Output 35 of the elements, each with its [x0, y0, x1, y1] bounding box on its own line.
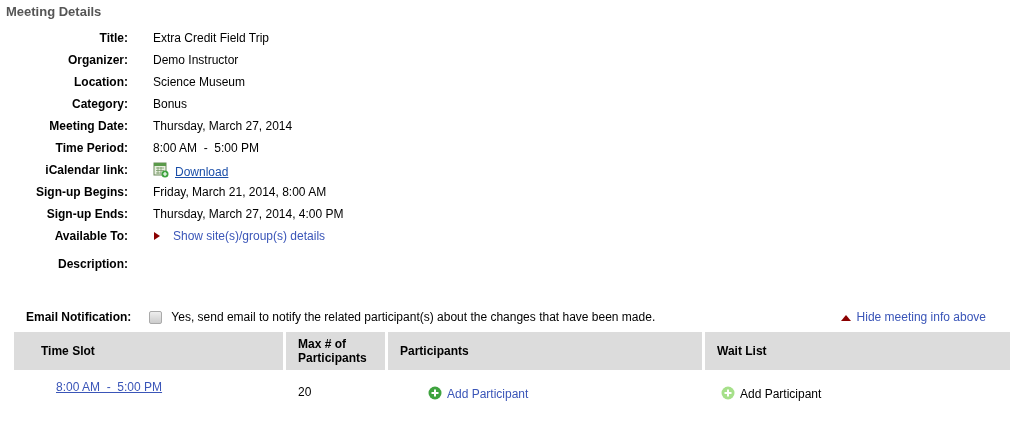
field-value: Thursday, March 27, 2014 — [153, 118, 293, 134]
column-header: Participants — [388, 332, 702, 370]
field-value: Bonus — [153, 96, 188, 112]
field-value: Thursday, March 27, 2014, 4:00 PM — [153, 206, 344, 222]
field-label: Time Period: — [54, 140, 128, 156]
add-participant-link[interactable]: Add Participant — [447, 387, 529, 401]
download-link[interactable]: Download — [175, 164, 229, 180]
table-cell: 20 — [298, 385, 312, 399]
field-label: Description: — [57, 256, 128, 272]
show-details-link[interactable]: Show site(s)/group(s) details — [173, 228, 326, 244]
field-value: Science Museum — [153, 74, 246, 90]
add-participant-link[interactable]: Add Participant — [740, 387, 822, 401]
field-label: Sign-up Ends: — [45, 206, 128, 222]
field-label: Organizer: — [67, 52, 128, 68]
time-slot-link[interactable]: 8:00 AM - 5:00 PM — [56, 380, 163, 394]
column-header: Wait List — [705, 332, 1010, 370]
field-label: iCalendar link: — [44, 162, 128, 178]
field-label: Available To: — [53, 228, 128, 244]
column-header: Max # of Participants — [286, 332, 385, 370]
email-notification-label: Email Notification: — [26, 310, 132, 324]
field-value: Friday, March 21, 2014, 8:00 AM — [153, 184, 327, 200]
field-label: Title: — [98, 30, 128, 46]
field-value: 8:00 AM - 5:00 PM — [153, 140, 260, 156]
column-header: Time Slot — [14, 332, 283, 370]
field-value: Demo Instructor — [153, 52, 239, 68]
field-value: Extra Credit Field Trip — [153, 30, 270, 46]
field-label: Category: — [71, 96, 128, 112]
section-title: Meeting Details — [6, 4, 103, 19]
field-label: Meeting Date: — [48, 118, 128, 134]
field-label: Location: — [73, 74, 128, 90]
checkbox[interactable] — [149, 310, 163, 324]
checkbox-label: Yes, send email to notify the related participant(s) about the changes that have been made. — [171, 310, 656, 324]
field-label: Sign-up Begins: — [35, 184, 128, 200]
hide-info-link[interactable]: Hide meeting info above — [856, 310, 986, 324]
calendar-icon — [153, 162, 169, 178]
